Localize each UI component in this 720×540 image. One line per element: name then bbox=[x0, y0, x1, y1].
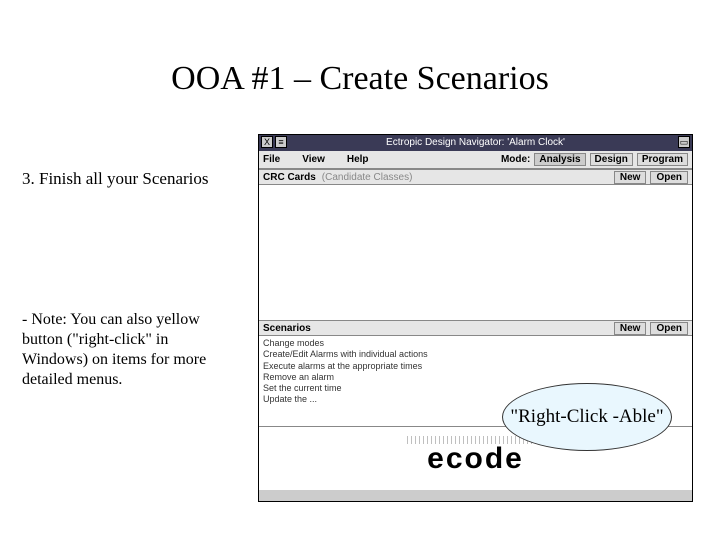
scenarios-title: Scenarios bbox=[263, 323, 311, 334]
list-item[interactable]: Execute alarms at the appropriate times bbox=[263, 361, 688, 372]
menu-help[interactable]: Help bbox=[347, 154, 369, 165]
crc-open-button[interactable]: Open bbox=[650, 171, 688, 184]
crc-panel-body bbox=[259, 185, 692, 320]
mode-label: Mode: bbox=[501, 154, 530, 165]
menu-file[interactable]: File bbox=[263, 154, 280, 165]
resize-icon[interactable]: ▭ bbox=[678, 136, 690, 148]
left-column: 3. Finish all your Scenarios - Note: You… bbox=[22, 168, 227, 390]
menu-view[interactable]: View bbox=[302, 154, 325, 165]
ecode-logo: ecode bbox=[427, 442, 524, 476]
callout-bubble: "Right-Click -Able" bbox=[502, 383, 672, 451]
crc-subtitle: (Candidate Classes) bbox=[322, 172, 413, 183]
list-item[interactable]: Remove an alarm bbox=[263, 372, 688, 383]
slide-title: OOA #1 – Create Scenarios bbox=[0, 0, 720, 113]
mode-design[interactable]: Design bbox=[590, 153, 633, 166]
crc-title: CRC Cards bbox=[263, 172, 316, 183]
mode-analysis[interactable]: Analysis bbox=[534, 153, 585, 166]
window-title: Ectropic Design Navigator: 'Alarm Clock' bbox=[259, 135, 692, 151]
note-text: - Note: You can also yellow button ("rig… bbox=[22, 310, 227, 390]
list-item[interactable]: Change modes bbox=[263, 338, 688, 349]
mode-program[interactable]: Program bbox=[637, 153, 688, 166]
titlebar: X ≡ Ectropic Design Navigator: 'Alarm Cl… bbox=[259, 135, 692, 151]
step-text: 3. Finish all your Scenarios bbox=[22, 168, 227, 190]
crc-new-button[interactable]: New bbox=[614, 171, 647, 184]
scenarios-new-button[interactable]: New bbox=[614, 322, 647, 335]
list-item[interactable]: Create/Edit Alarms with individual actio… bbox=[263, 349, 688, 360]
callout-text: "Right-Click -Able" bbox=[510, 407, 663, 428]
scenarios-open-button[interactable]: Open bbox=[650, 322, 688, 335]
scenarios-panel-header: Scenarios New Open bbox=[259, 320, 692, 336]
crc-panel-header: CRC Cards (Candidate Classes) New Open bbox=[259, 169, 692, 185]
menubar: File View Help Mode: Analysis Design Pro… bbox=[259, 151, 692, 169]
